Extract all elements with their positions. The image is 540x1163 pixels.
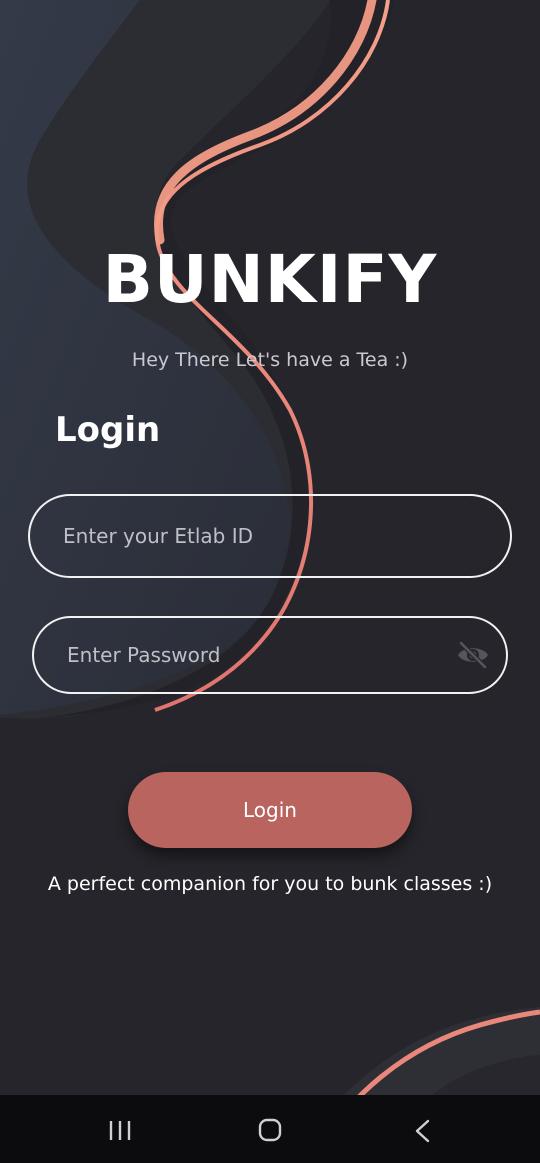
app-title: BUNKIFY — [102, 241, 438, 318]
login-button[interactable]: Login — [128, 772, 412, 848]
home-icon — [258, 1118, 282, 1142]
footer-text: A perfect companion for you to bunk clas… — [47, 873, 493, 895]
password-input[interactable] — [67, 618, 447, 692]
etlab-id-field[interactable] — [28, 494, 512, 578]
etlab-id-input[interactable] — [63, 496, 443, 576]
home-button[interactable] — [230, 1095, 310, 1163]
recents-icon — [109, 1121, 131, 1140]
back-icon — [415, 1119, 430, 1143]
background-waves — [0, 0, 540, 1163]
back-button[interactable] — [382, 1095, 462, 1163]
login-screen: BUNKIFY Hey There Let's have a Tea :) Lo… — [0, 0, 540, 1163]
system-nav-bar — [0, 1095, 540, 1163]
tagline: Hey There Let's have a Tea :) — [131, 349, 409, 371]
recents-button[interactable] — [80, 1095, 160, 1163]
login-heading: Login — [55, 410, 161, 450]
password-field[interactable] — [32, 616, 508, 694]
eye-off-icon[interactable] — [456, 640, 490, 670]
